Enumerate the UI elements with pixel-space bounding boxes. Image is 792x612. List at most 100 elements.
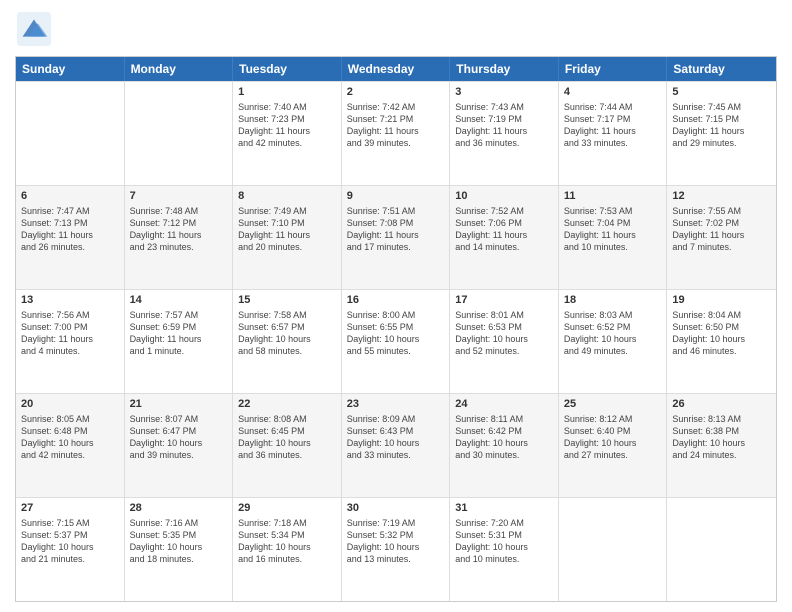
cell-line: Sunrise: 7:40 AM bbox=[238, 101, 336, 113]
cell-line: Daylight: 10 hours bbox=[672, 437, 771, 449]
calendar-cell: 23Sunrise: 8:09 AMSunset: 6:43 PMDayligh… bbox=[342, 394, 451, 497]
cell-line: and 42 minutes. bbox=[21, 449, 119, 461]
day-number: 11 bbox=[564, 189, 662, 204]
cell-line: Sunset: 7:19 PM bbox=[455, 113, 553, 125]
calendar-cell: 29Sunrise: 7:18 AMSunset: 5:34 PMDayligh… bbox=[233, 498, 342, 601]
day-number: 18 bbox=[564, 293, 662, 308]
calendar-cell: 18Sunrise: 8:03 AMSunset: 6:52 PMDayligh… bbox=[559, 290, 668, 393]
day-number: 28 bbox=[130, 501, 228, 516]
day-number: 14 bbox=[130, 293, 228, 308]
cell-line: Daylight: 10 hours bbox=[564, 437, 662, 449]
logo bbox=[15, 10, 57, 48]
cell-line: Sunset: 6:40 PM bbox=[564, 425, 662, 437]
cell-line: Daylight: 10 hours bbox=[455, 333, 553, 345]
cell-line: Daylight: 10 hours bbox=[564, 333, 662, 345]
day-number: 19 bbox=[672, 293, 771, 308]
cell-line: Sunrise: 8:01 AM bbox=[455, 309, 553, 321]
day-number: 16 bbox=[347, 293, 445, 308]
day-number: 22 bbox=[238, 397, 336, 412]
calendar-cell: 16Sunrise: 8:00 AMSunset: 6:55 PMDayligh… bbox=[342, 290, 451, 393]
calendar-cell: 6Sunrise: 7:47 AMSunset: 7:13 PMDaylight… bbox=[16, 186, 125, 289]
calendar-cell: 24Sunrise: 8:11 AMSunset: 6:42 PMDayligh… bbox=[450, 394, 559, 497]
calendar-cell: 10Sunrise: 7:52 AMSunset: 7:06 PMDayligh… bbox=[450, 186, 559, 289]
cell-line: and 18 minutes. bbox=[130, 553, 228, 565]
cell-line: Sunset: 7:02 PM bbox=[672, 217, 771, 229]
cell-line: Sunrise: 7:20 AM bbox=[455, 517, 553, 529]
cell-line: and 1 minute. bbox=[130, 345, 228, 357]
cell-line: Daylight: 11 hours bbox=[347, 229, 445, 241]
day-number: 5 bbox=[672, 85, 771, 100]
cell-line: Daylight: 11 hours bbox=[130, 229, 228, 241]
cell-line: Sunset: 6:50 PM bbox=[672, 321, 771, 333]
cell-line: Daylight: 10 hours bbox=[455, 437, 553, 449]
cell-line: Daylight: 10 hours bbox=[347, 437, 445, 449]
day-number: 13 bbox=[21, 293, 119, 308]
calendar-cell: 2Sunrise: 7:42 AMSunset: 7:21 PMDaylight… bbox=[342, 82, 451, 185]
page: SundayMondayTuesdayWednesdayThursdayFrid… bbox=[0, 0, 792, 612]
calendar-cell: 21Sunrise: 8:07 AMSunset: 6:47 PMDayligh… bbox=[125, 394, 234, 497]
cell-line: Daylight: 11 hours bbox=[21, 229, 119, 241]
cell-line: Daylight: 11 hours bbox=[672, 229, 771, 241]
cell-line: Daylight: 10 hours bbox=[347, 541, 445, 553]
cell-line: Sunset: 6:38 PM bbox=[672, 425, 771, 437]
cell-line: Sunset: 5:35 PM bbox=[130, 529, 228, 541]
calendar-header-day: Thursday bbox=[450, 57, 559, 81]
cell-line: Sunset: 7:04 PM bbox=[564, 217, 662, 229]
cell-line: Sunset: 7:21 PM bbox=[347, 113, 445, 125]
cell-line: Sunrise: 7:49 AM bbox=[238, 205, 336, 217]
day-number: 17 bbox=[455, 293, 553, 308]
cell-line: and 42 minutes. bbox=[238, 137, 336, 149]
cell-line: Sunset: 5:31 PM bbox=[455, 529, 553, 541]
calendar-cell bbox=[667, 498, 776, 601]
cell-line: and 27 minutes. bbox=[564, 449, 662, 461]
cell-line: Sunrise: 7:47 AM bbox=[21, 205, 119, 217]
cell-line: Sunrise: 8:11 AM bbox=[455, 413, 553, 425]
calendar-cell: 5Sunrise: 7:45 AMSunset: 7:15 PMDaylight… bbox=[667, 82, 776, 185]
cell-line: and 49 minutes. bbox=[564, 345, 662, 357]
calendar-cell: 12Sunrise: 7:55 AMSunset: 7:02 PMDayligh… bbox=[667, 186, 776, 289]
cell-line: Sunset: 7:13 PM bbox=[21, 217, 119, 229]
cell-line: Sunset: 6:55 PM bbox=[347, 321, 445, 333]
cell-line: Sunrise: 7:19 AM bbox=[347, 517, 445, 529]
calendar-body: 1Sunrise: 7:40 AMSunset: 7:23 PMDaylight… bbox=[16, 81, 776, 601]
cell-line: Sunset: 7:10 PM bbox=[238, 217, 336, 229]
cell-line: Daylight: 10 hours bbox=[455, 541, 553, 553]
calendar-row: 27Sunrise: 7:15 AMSunset: 5:37 PMDayligh… bbox=[16, 497, 776, 601]
calendar-header-day: Monday bbox=[125, 57, 234, 81]
calendar-cell: 20Sunrise: 8:05 AMSunset: 6:48 PMDayligh… bbox=[16, 394, 125, 497]
cell-line: and 33 minutes. bbox=[564, 137, 662, 149]
calendar-cell: 3Sunrise: 7:43 AMSunset: 7:19 PMDaylight… bbox=[450, 82, 559, 185]
calendar-cell: 9Sunrise: 7:51 AMSunset: 7:08 PMDaylight… bbox=[342, 186, 451, 289]
cell-line: Daylight: 11 hours bbox=[347, 125, 445, 137]
day-number: 24 bbox=[455, 397, 553, 412]
calendar-cell: 7Sunrise: 7:48 AMSunset: 7:12 PMDaylight… bbox=[125, 186, 234, 289]
cell-line: and 36 minutes. bbox=[455, 137, 553, 149]
calendar-cell: 14Sunrise: 7:57 AMSunset: 6:59 PMDayligh… bbox=[125, 290, 234, 393]
cell-line: and 30 minutes. bbox=[455, 449, 553, 461]
cell-line: Sunrise: 8:03 AM bbox=[564, 309, 662, 321]
cell-line: Sunrise: 7:52 AM bbox=[455, 205, 553, 217]
logo-icon bbox=[15, 10, 53, 48]
cell-line: Sunrise: 7:43 AM bbox=[455, 101, 553, 113]
day-number: 3 bbox=[455, 85, 553, 100]
calendar-cell: 31Sunrise: 7:20 AMSunset: 5:31 PMDayligh… bbox=[450, 498, 559, 601]
cell-line: Daylight: 10 hours bbox=[347, 333, 445, 345]
cell-line: Daylight: 10 hours bbox=[238, 541, 336, 553]
cell-line: Sunrise: 7:51 AM bbox=[347, 205, 445, 217]
calendar-header-day: Saturday bbox=[667, 57, 776, 81]
calendar-cell: 19Sunrise: 8:04 AMSunset: 6:50 PMDayligh… bbox=[667, 290, 776, 393]
day-number: 12 bbox=[672, 189, 771, 204]
cell-line: Sunrise: 8:00 AM bbox=[347, 309, 445, 321]
calendar-cell: 17Sunrise: 8:01 AMSunset: 6:53 PMDayligh… bbox=[450, 290, 559, 393]
day-number: 29 bbox=[238, 501, 336, 516]
calendar-row: 6Sunrise: 7:47 AMSunset: 7:13 PMDaylight… bbox=[16, 185, 776, 289]
cell-line: and 36 minutes. bbox=[238, 449, 336, 461]
calendar-cell: 30Sunrise: 7:19 AMSunset: 5:32 PMDayligh… bbox=[342, 498, 451, 601]
cell-line: and 14 minutes. bbox=[455, 241, 553, 253]
cell-line: Sunrise: 7:42 AM bbox=[347, 101, 445, 113]
cell-line: Sunrise: 7:57 AM bbox=[130, 309, 228, 321]
cell-line: Daylight: 10 hours bbox=[238, 333, 336, 345]
calendar-cell: 13Sunrise: 7:56 AMSunset: 7:00 PMDayligh… bbox=[16, 290, 125, 393]
day-number: 8 bbox=[238, 189, 336, 204]
calendar-cell: 4Sunrise: 7:44 AMSunset: 7:17 PMDaylight… bbox=[559, 82, 668, 185]
